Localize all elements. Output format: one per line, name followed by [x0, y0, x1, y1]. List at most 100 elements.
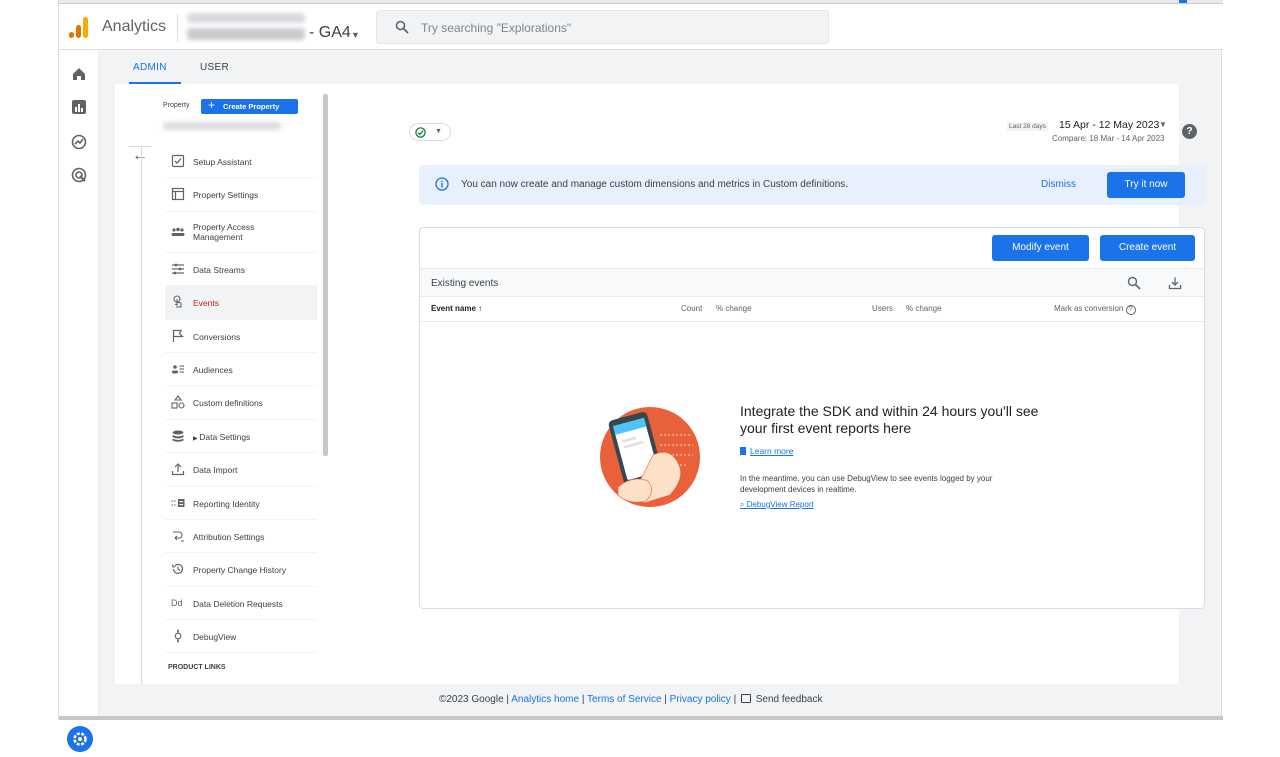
magnify-icon: ⌕	[740, 500, 747, 509]
create-property-label: Create Property	[223, 102, 280, 111]
nav-item-label: Conversions	[193, 331, 241, 342]
nav-item-label: Setup Assistant	[193, 157, 252, 167]
existing-events-title: Existing events	[431, 278, 499, 289]
back-button[interactable]: ←	[129, 147, 151, 169]
banner-message: You can now create and manage custom dim…	[461, 179, 849, 190]
nav-item-label: Custom definitions	[193, 398, 263, 409]
debugview-report-link[interactable]: ⌕ DebugView Report	[740, 500, 814, 510]
settings-page-icon	[171, 188, 185, 201]
audiences-icon	[172, 365, 184, 374]
date-preset-label: Last 28 days	[1007, 122, 1048, 131]
property-column: Property + Create Property ← Setup Assis…	[115, 84, 329, 684]
nav-item-label: Audiences	[193, 364, 233, 375]
try-it-now-button[interactable]: Try it now	[1107, 172, 1185, 198]
nav-item-property-change-history[interactable]: Property Change History	[165, 553, 317, 587]
date-range-picker[interactable]: 15 Apr - 12 May 2023	[1059, 119, 1159, 131]
caret-down-icon[interactable]: ▼	[1159, 120, 1167, 129]
feedback-icon	[740, 694, 751, 703]
identity-icon	[171, 498, 185, 507]
empty-state-title: Integrate the SDK and within 24 hours yo…	[740, 403, 1039, 436]
arrow-left-icon: ←	[132, 147, 148, 164]
search-icon[interactable]	[1127, 276, 1141, 290]
caret-down-icon[interactable]: ▼	[351, 30, 360, 40]
analytics-home-link[interactable]: Analytics home	[511, 694, 579, 705]
nav-item-label: Property Access Management	[193, 221, 255, 242]
terms-of-service-link[interactable]: Terms of Service	[587, 694, 661, 705]
property-name-redacted[interactable]	[187, 28, 305, 40]
nav-item-label: Reporting Identity	[193, 498, 260, 509]
info-banner: You can now create and manage custom dim…	[419, 165, 1205, 205]
privacy-policy-link[interactable]: Privacy policy	[670, 694, 731, 705]
events-card: Modify event Create event Existing event…	[419, 227, 1205, 609]
nav-item-data-streams[interactable]: Data Streams	[165, 253, 317, 287]
create-event-button[interactable]: Create event	[1100, 235, 1195, 261]
nav-item-events[interactable]: Events	[165, 286, 317, 320]
nav-item-debugview[interactable]: DebugView	[165, 620, 317, 654]
nav-item-label: ▶ Data Settings	[193, 432, 250, 444]
nav-item-data-import[interactable]: Data Import	[165, 453, 317, 487]
nav-item-reporting-identity[interactable]: Reporting Identity	[165, 487, 317, 520]
app-header: Analytics - GA4 ▼ Try searching "Explora…	[59, 4, 1223, 50]
attribution-icon	[173, 531, 184, 542]
check-circle-icon	[415, 127, 426, 138]
explore-icon[interactable]	[71, 134, 87, 150]
app-frame: Analytics - GA4 ▼ Try searching "Explora…	[58, 0, 1223, 752]
tab-user[interactable]: USER	[200, 62, 229, 73]
col-users-change[interactable]: % change	[906, 304, 942, 313]
header-divider	[177, 14, 178, 42]
help-circle-icon[interactable]: ?	[1125, 305, 1136, 315]
home-icon[interactable]	[71, 66, 87, 82]
nav-item-property-access[interactable]: Property Access Management	[165, 212, 317, 253]
nav-scrollbar[interactable]	[323, 94, 328, 456]
nav-item-property-settings[interactable]: Property Settings	[165, 178, 317, 212]
dismiss-button[interactable]: Dismiss	[1041, 179, 1076, 190]
property-label: Property	[163, 102, 190, 109]
reports-icon[interactable]	[71, 99, 87, 115]
history-icon	[171, 564, 184, 575]
send-feedback-link[interactable]: Send feedback	[756, 694, 823, 705]
data-settings-label: Data Settings	[199, 431, 251, 442]
nav-item-label: Data Import	[193, 465, 238, 476]
search-bar[interactable]: Try searching "Explorations"	[376, 10, 829, 44]
modify-event-button[interactable]: Modify event	[992, 235, 1089, 261]
property-nav: Setup Assistant Property Settings Proper…	[165, 145, 317, 654]
col-mark-conversion[interactable]: Mark as conversion ?	[1054, 304, 1136, 315]
col-event-name[interactable]: Event name ↑	[431, 304, 482, 313]
account-name-redacted[interactable]	[187, 13, 305, 23]
flag-icon	[172, 329, 184, 342]
sdk-illustration	[600, 407, 700, 507]
col-mark-conversion-label: Mark as conversion	[1054, 304, 1124, 313]
help-icon[interactable]: ?	[1182, 124, 1197, 139]
property-selector-redacted[interactable]	[163, 122, 281, 130]
side-rail	[59, 50, 99, 752]
col-users[interactable]: Users	[872, 304, 893, 313]
col-count-change[interactable]: % change	[716, 304, 752, 313]
admin-gear-button[interactable]	[67, 726, 93, 752]
tab-admin[interactable]: ADMIN	[133, 62, 167, 73]
nav-item-label: DebugView	[193, 632, 237, 643]
col-count[interactable]: Count	[681, 304, 702, 313]
nav-item-setup-assistant[interactable]: Setup Assistant	[165, 145, 317, 179]
search-placeholder: Try searching "Explorations"	[421, 21, 572, 35]
property-selector[interactable]: - GA4	[309, 24, 351, 42]
nav-item-audiences[interactable]: Audiences	[165, 353, 317, 387]
deletion-icon: Dd	[171, 597, 183, 608]
checkbox-icon	[171, 154, 185, 168]
page-footer: ©2023 Google | Analytics home | Terms of…	[439, 694, 823, 705]
learn-more-label: Learn more	[750, 446, 794, 456]
learn-more-link[interactable]: Learn more	[740, 446, 793, 456]
nav-item-conversions[interactable]: Conversions	[165, 320, 317, 353]
debug-icon	[174, 629, 182, 643]
advertising-icon[interactable]	[71, 167, 87, 183]
download-icon[interactable]	[1168, 276, 1182, 290]
people-icon	[171, 227, 185, 236]
status-dropdown[interactable]: ▼	[409, 123, 451, 141]
create-property-button[interactable]: + Create Property	[201, 98, 298, 114]
nav-item-custom-definitions[interactable]: Custom definitions	[165, 386, 317, 420]
nav-item-attribution-settings[interactable]: Attribution Settings	[165, 520, 317, 554]
nav-divider	[141, 147, 142, 684]
nav-item-data-deletion[interactable]: Dd Data Deletion Requests	[165, 587, 317, 621]
empty-state-description: In the meantime, you can use DebugView t…	[740, 474, 993, 494]
table-header-divider	[420, 321, 1204, 322]
nav-item-data-settings[interactable]: ▶ Data Settings	[165, 420, 317, 454]
